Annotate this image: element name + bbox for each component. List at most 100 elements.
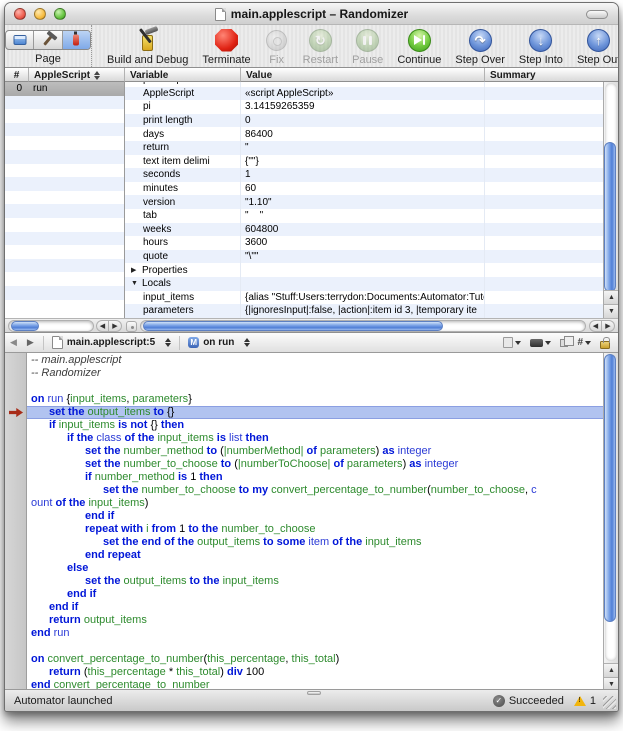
variable-name: input_items — [143, 292, 194, 303]
scroll-left-button[interactable]: ◀ — [589, 320, 602, 332]
scroll-down-button[interactable]: ▼ — [604, 304, 618, 318]
scroll-up-button[interactable]: ▲ — [604, 290, 618, 304]
header-num[interactable]: # — [5, 68, 29, 82]
code-editor[interactable]: -- main.applescript-- Randomizeron run {… — [5, 353, 618, 691]
variables-pane[interactable]: print depth0AppleScript«script AppleScri… — [125, 82, 618, 318]
stepper-icon — [244, 338, 250, 347]
nav-forward-button[interactable]: ▶ — [22, 337, 39, 348]
split-handle[interactable] — [307, 691, 321, 695]
segment-debug[interactable] — [63, 31, 90, 49]
variable-row[interactable]: quote "\"" — [125, 250, 603, 264]
segment-editor[interactable] — [6, 31, 34, 49]
debugger-table-header: # AppleScript Variable Value Summary — [5, 68, 618, 82]
flag-icon — [530, 339, 543, 347]
page-segmented-control[interactable] — [5, 30, 91, 50]
variable-row[interactable]: days86400 — [125, 127, 603, 141]
resize-grip[interactable] — [603, 696, 616, 709]
scope-popup[interactable]: M on run — [184, 337, 254, 348]
title-bar[interactable]: main.applescript – Randomizer — [5, 3, 618, 25]
scroll-right-button[interactable]: ▶ — [602, 320, 615, 332]
variable-name-cell: tab — [125, 209, 241, 223]
minimize-button[interactable] — [34, 8, 46, 20]
callstack-row[interactable]: 0run — [5, 82, 124, 96]
toolbar-button-label: Step Out — [577, 54, 619, 66]
bookmarks-menu-button[interactable] — [503, 337, 521, 348]
dropdown-icon — [545, 341, 551, 345]
variable-name: quote — [143, 251, 168, 262]
variable-name: Properties — [142, 265, 188, 276]
disclosure-expanded-icon[interactable]: ▼ — [131, 280, 139, 287]
segment-build[interactable] — [34, 31, 62, 49]
terminate-button[interactable]: Terminate — [195, 28, 257, 66]
pane-splitter-button[interactable] — [126, 321, 137, 332]
variable-name: weeks — [143, 224, 171, 235]
dropdown-icon — [515, 341, 521, 345]
variable-row[interactable]: version"1.10" — [125, 195, 603, 209]
nav-back-button[interactable]: ◀ — [5, 337, 22, 348]
variable-summary-cell — [485, 100, 603, 114]
variable-row[interactable]: print length0 — [125, 114, 603, 128]
header-applescript[interactable]: AppleScript — [29, 68, 125, 82]
scrollbar-thumb[interactable] — [604, 354, 616, 622]
variables-vertical-scrollbar[interactable]: ▲ ▼ — [603, 82, 618, 318]
header-variable[interactable]: Variable — [125, 68, 241, 82]
variable-row[interactable]: minutes60 — [125, 182, 603, 196]
continue-icon — [407, 28, 431, 52]
hash-icon: # — [577, 337, 583, 348]
build-and-debug-button[interactable]: Build and Debug — [100, 28, 195, 66]
scroll-up-button[interactable]: ▲ — [604, 663, 618, 677]
breakpoints-menu-button[interactable] — [530, 339, 551, 347]
variable-row[interactable]: ▶Properties — [125, 263, 603, 277]
toolbar-toggle-button[interactable] — [586, 10, 608, 19]
variable-row[interactable]: hours3600 — [125, 236, 603, 250]
variable-row[interactable]: tab" " — [125, 209, 603, 223]
counterpart-button[interactable] — [560, 339, 568, 347]
disclosure-collapsed-icon[interactable]: ▶ — [131, 266, 139, 274]
variable-value-cell: "\"" — [241, 250, 485, 264]
step-out-button[interactable]: ↑Step Out — [570, 28, 619, 66]
variable-row[interactable]: AppleScript«script AppleScript» — [125, 87, 603, 101]
variable-row[interactable]: pi3.14159265359 — [125, 100, 603, 114]
variable-name: print length — [143, 115, 192, 126]
scrollbar-thumb[interactable] — [143, 321, 443, 331]
variable-name: print depth — [143, 82, 190, 85]
header-summary[interactable]: Summary — [485, 68, 618, 82]
variable-summary-cell — [485, 87, 603, 101]
variable-value-cell: 3.14159265359 — [241, 100, 485, 114]
step-into-button[interactable]: ↓Step Into — [512, 28, 570, 66]
scroll-left-button[interactable]: ◀ — [96, 320, 109, 332]
window-title: main.applescript – Randomizer — [231, 7, 408, 21]
code-area[interactable]: -- main.applescript-- Randomizeron run {… — [27, 353, 603, 691]
header-value[interactable]: Value — [241, 68, 485, 82]
warning-icon[interactable] — [574, 696, 586, 706]
variable-row[interactable]: return" — [125, 141, 603, 155]
step-over-button[interactable]: ↷Step Over — [448, 28, 512, 66]
frame-number: 0 — [5, 83, 27, 94]
editor-vertical-scrollbar[interactable]: ▲ ▼ — [603, 353, 618, 691]
variable-row[interactable]: weeks604800 — [125, 223, 603, 237]
scroll-right-button[interactable]: ▶ — [109, 320, 122, 332]
variable-row[interactable]: ▼Locals — [125, 277, 603, 291]
lock-icon[interactable] — [600, 341, 610, 349]
file-popup[interactable]: main.applescript:5 — [48, 336, 175, 349]
stop-octagon-icon — [214, 28, 238, 52]
callstack-empty-row — [5, 177, 124, 191]
warning-count[interactable]: 1 — [590, 695, 596, 707]
variables-hscrollbar[interactable] — [140, 320, 586, 332]
callstack-hscrollbar[interactable] — [8, 320, 94, 332]
scrollbar-thumb[interactable] — [11, 321, 39, 331]
variable-row[interactable]: input_items{alias "Stuff:Users:terrydon:… — [125, 291, 603, 305]
breakpoint-gutter[interactable] — [5, 353, 27, 691]
code-line: return output_items — [27, 614, 603, 627]
code-line: set the output_items to the input_items — [27, 575, 603, 588]
variable-row[interactable]: text item delimi{""} — [125, 155, 603, 169]
zoom-button[interactable] — [54, 8, 66, 20]
markers-menu-button[interactable]: # — [577, 337, 591, 348]
continue-button[interactable]: Continue — [390, 28, 448, 66]
variable-row[interactable]: seconds1 — [125, 168, 603, 182]
variable-row[interactable]: parameters{|ignoresInput|:false, |action… — [125, 304, 603, 318]
variable-name: parameters — [143, 305, 194, 316]
close-button[interactable] — [14, 8, 26, 20]
scrollbar-thumb[interactable] — [604, 142, 616, 292]
callstack-pane[interactable]: 0run — [5, 82, 125, 318]
